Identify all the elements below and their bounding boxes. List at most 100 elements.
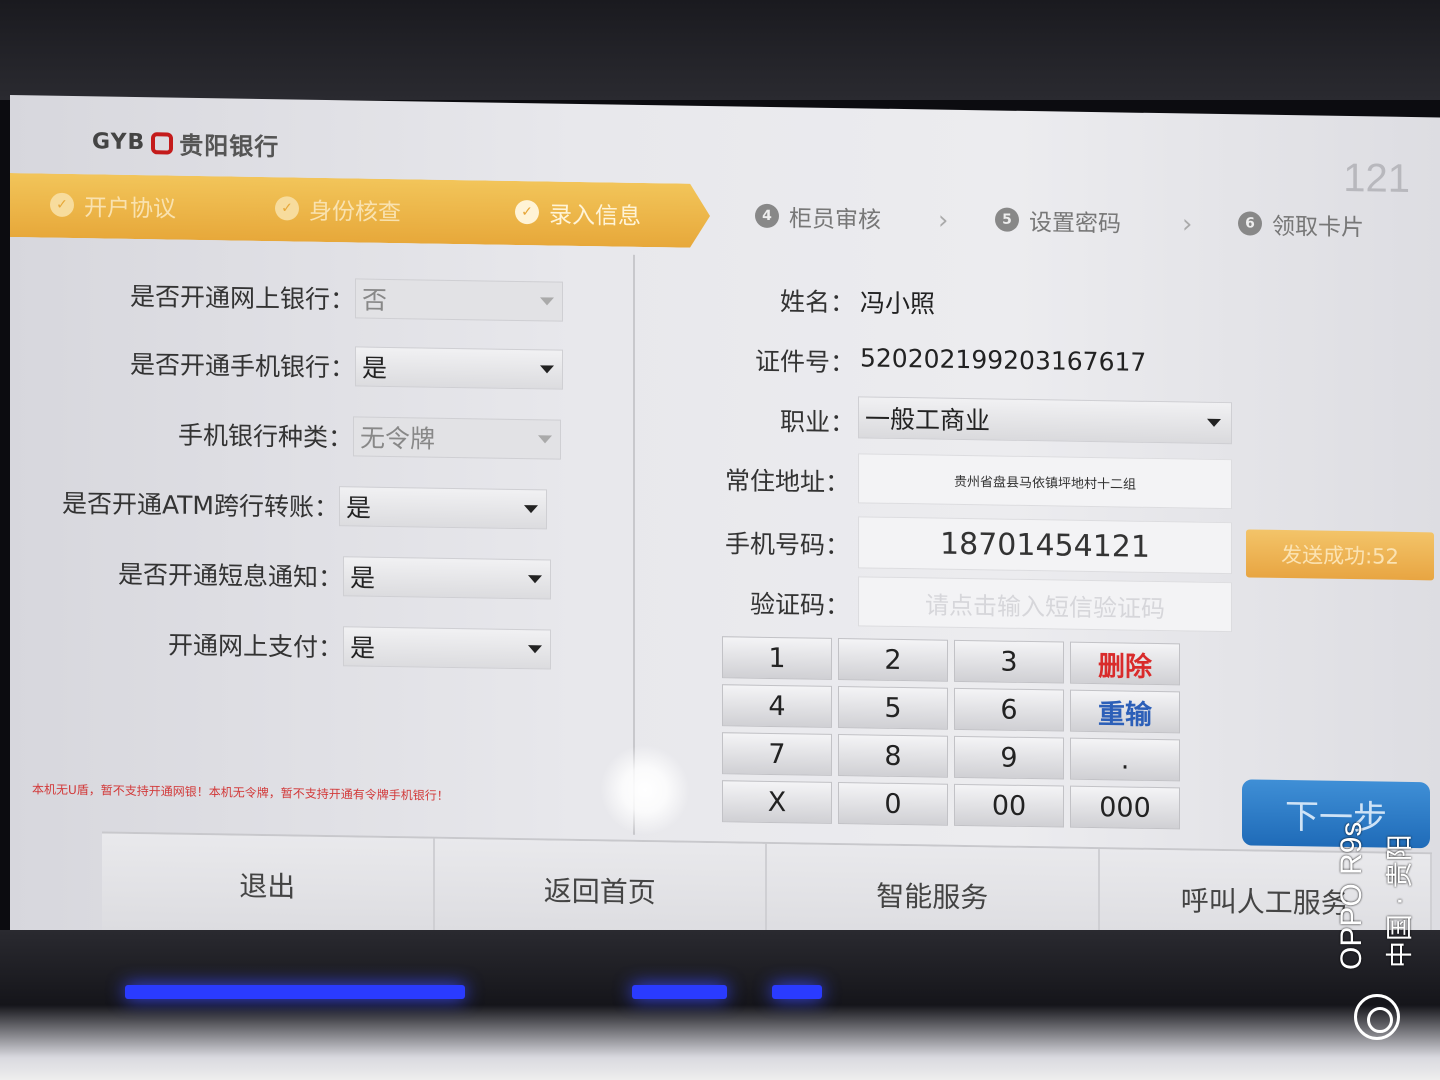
select-value: 是 <box>350 633 376 663</box>
id-number-label: 证件号： <box>755 346 856 378</box>
chevron-down-icon <box>528 575 543 584</box>
chevron-right-icon: › <box>938 205 949 236</box>
select-value: 是 <box>362 353 388 383</box>
phone-field[interactable]: 18701454121 <box>858 516 1232 575</box>
code-placeholder: 请点击输入短信验证码 <box>925 590 1165 623</box>
step-label: 设置密码 <box>1029 210 1121 238</box>
id-number-value: 520202199203167617 <box>860 343 1147 377</box>
screen-glare <box>600 744 690 836</box>
online-pay-select[interactable]: 是 <box>343 626 552 670</box>
key-1[interactable]: 1 <box>722 636 832 680</box>
select-value: 是 <box>350 563 376 593</box>
phone-label: 手机号码： <box>725 529 851 561</box>
online-banking-row: 是否开通网上银行： 否 <box>130 275 564 322</box>
sms-notice-select[interactable]: 是 <box>343 556 552 600</box>
select-value: 无令牌 <box>360 423 436 454</box>
step-2: ✓ 身份核查 <box>275 191 401 227</box>
online-pay-label: 开通网上支付： <box>168 630 344 663</box>
atm-transfer-label: 是否开通ATM跨行转账： <box>62 488 340 523</box>
home-button[interactable]: 返回首页 <box>434 838 767 942</box>
numeric-keypad: 1 2 3 删除 4 5 6 重输 7 8 9 . X 0 00 000 <box>722 636 1182 830</box>
progress-steps: ✓ 开户协议 ✓ 身份核查 ✓ 录入信息 4 柜员审核 › 5 设置密码 › 6… <box>10 173 1440 259</box>
kiosk-screen: GYB 贵阳银行 121 ✓ 开户协议 ✓ 身份核查 ✓ 录入信息 4 柜员审核 <box>10 95 1440 953</box>
key-4[interactable]: 4 <box>722 684 832 728</box>
code-field[interactable]: 请点击输入短信验证码 <box>858 576 1232 633</box>
sms-notice-row: 是否开通短息通知： 是 <box>118 553 552 600</box>
exit-button[interactable]: 退出 <box>102 833 435 937</box>
mobile-type-row: 手机银行种类： 无令牌 <box>178 414 562 460</box>
mobile-banking-label: 是否开通手机银行： <box>130 349 356 383</box>
key-00[interactable]: 00 <box>954 783 1064 828</box>
photo-frame: GYB 贵阳银行 121 ✓ 开户协议 ✓ 身份核查 ✓ 录入信息 4 柜员审核 <box>0 0 1440 1080</box>
step-label: 录入信息 <box>549 202 641 230</box>
logo-name: 贵阳银行 <box>179 131 280 162</box>
step-1: ✓ 开户协议 <box>50 188 176 224</box>
select-value: 一般工商业 <box>865 404 991 436</box>
key-7[interactable]: 7 <box>722 732 832 776</box>
mobile-type-select[interactable]: 无令牌 <box>353 416 562 460</box>
key-x[interactable]: X <box>722 780 832 824</box>
chevron-down-icon <box>540 297 555 306</box>
occupation-label: 职业： <box>780 407 856 438</box>
led-strip <box>772 985 822 999</box>
atm-transfer-row: 是否开通ATM跨行转账： 是 <box>62 482 548 530</box>
led-strip <box>125 985 465 999</box>
check-icon: ✓ <box>50 192 74 218</box>
step-label: 开户协议 <box>84 195 176 223</box>
name-value: 冯小照 <box>860 288 936 319</box>
address-label: 常住地址： <box>725 466 851 498</box>
sms-notice-label: 是否开通短息通知： <box>118 559 344 593</box>
online-banking-select[interactable]: 否 <box>355 278 564 322</box>
step-number: 4 <box>755 203 779 229</box>
kiosk-bezel-top <box>0 0 1440 100</box>
send-code-button[interactable]: 发送成功:52 <box>1246 529 1434 581</box>
step-number: 5 <box>995 207 1019 232</box>
online-banking-label: 是否开通网上银行： <box>130 281 356 315</box>
step-number: 6 <box>1238 211 1262 236</box>
atm-transfer-select[interactable]: 是 <box>339 486 548 530</box>
mobile-type-label: 手机银行种类： <box>178 420 354 453</box>
chevron-down-icon <box>540 365 555 374</box>
key-5[interactable]: 5 <box>838 686 948 730</box>
key-dot[interactable]: . <box>1070 737 1180 782</box>
mobile-banking-row: 是否开通手机银行： 是 <box>130 343 564 390</box>
key-3[interactable]: 3 <box>954 639 1064 684</box>
logo-code: GYB <box>92 129 146 156</box>
step-label: 领取卡片 <box>1272 213 1364 242</box>
chevron-down-icon <box>538 435 553 444</box>
step-5: 5 设置密码 <box>995 202 1121 238</box>
step-4: 4 柜员审核 <box>755 199 881 235</box>
mobile-banking-select[interactable]: 是 <box>355 346 564 390</box>
check-icon: ✓ <box>515 199 539 225</box>
phone-value: 18701454121 <box>940 526 1150 565</box>
step-3: ✓ 录入信息 <box>515 195 641 231</box>
key-000[interactable]: 000 <box>1070 785 1180 830</box>
key-0[interactable]: 0 <box>838 782 948 826</box>
key-2[interactable]: 2 <box>838 638 948 682</box>
address-value: 贵州省盘县马依镇坪地村十二组 <box>953 474 1136 493</box>
chevron-down-icon <box>1207 418 1221 428</box>
chevron-down-icon <box>528 645 543 654</box>
select-value: 是 <box>346 493 372 523</box>
key-8[interactable]: 8 <box>838 734 948 778</box>
step-6: 6 领取卡片 <box>1238 206 1364 242</box>
watermark-location: 中国 · 贵阳 <box>1385 834 1416 968</box>
logo-mark-icon <box>151 131 174 155</box>
bank-logo: GYB 贵阳银行 <box>92 124 279 162</box>
reset-key[interactable]: 重输 <box>1070 689 1180 734</box>
delete-key[interactable]: 删除 <box>1070 641 1180 686</box>
address-field[interactable]: 贵州省盘县马依镇坪地村十二组 <box>858 453 1232 510</box>
watermark-device: OPPO R9s <box>1335 821 1368 970</box>
led-strip <box>632 985 727 999</box>
service-options-panel: 是否开通网上银行： 否 是否开通手机银行： 是 手机银行种类： 无令牌 是否开通… <box>10 245 635 835</box>
check-icon: ✓ <box>275 196 299 221</box>
warning-text: 本机无U盾，暂不支持开通网银！本机无令牌，暂不支持开通有令牌手机银行！ <box>32 782 449 803</box>
step-label: 柜员审核 <box>789 206 881 234</box>
occupation-select[interactable]: 一般工商业 <box>858 396 1232 445</box>
name-label: 姓名： <box>780 287 856 318</box>
key-9[interactable]: 9 <box>954 735 1064 780</box>
step-label: 身份核查 <box>309 198 401 227</box>
code-label: 验证码： <box>750 589 851 621</box>
select-value: 否 <box>362 285 388 315</box>
key-6[interactable]: 6 <box>954 687 1064 732</box>
